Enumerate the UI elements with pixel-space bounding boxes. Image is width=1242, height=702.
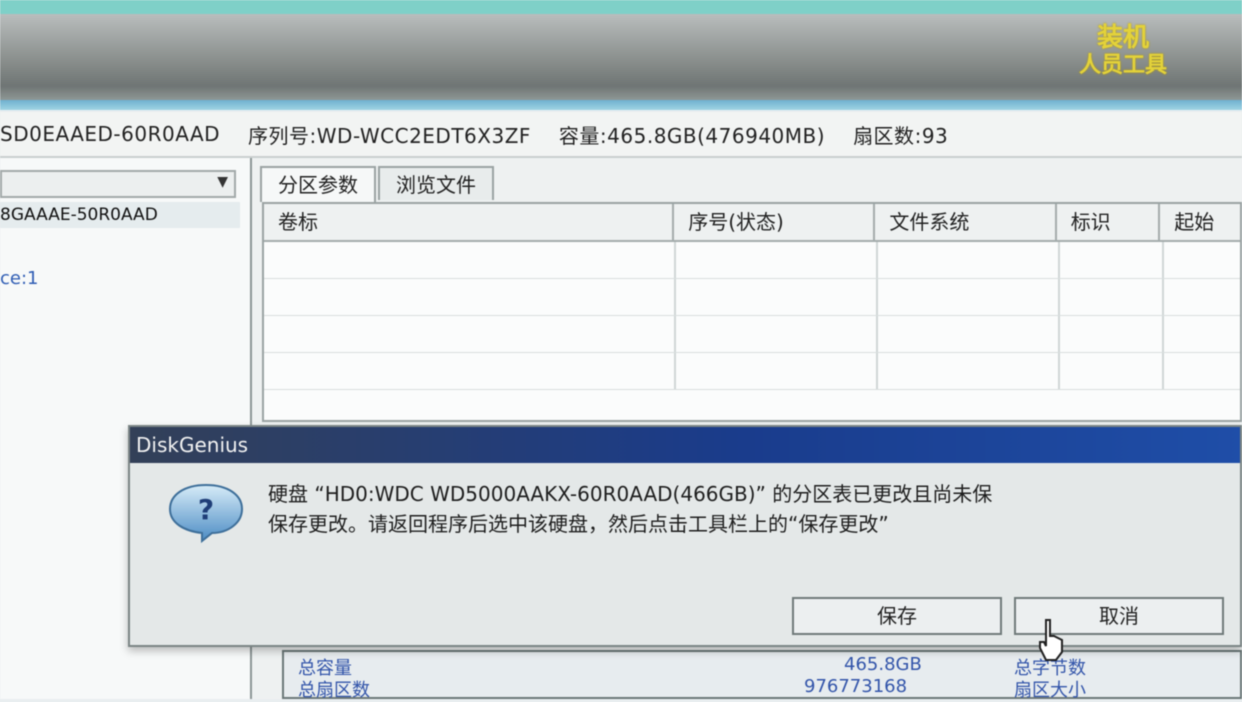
dialog-message: 硬盘 “HD0:WDC WD5000AAKX-60R0AAD(466GB)” 的… [268, 479, 1242, 539]
capacity-label: 容量 [558, 123, 600, 148]
table-row[interactable] [264, 353, 1240, 390]
disk-tree-item[interactable]: 8GAAAE-50R0AAD [0, 202, 240, 228]
save-changes-dialog: DiskGenius ? 硬盘 “HD0:WDC WD5000AAKX-60R0… [128, 425, 1242, 647]
table-header: 卷标 序号(状态) 文件系统 标识 起始 [264, 204, 1240, 242]
watermark-logo: 装机 人员工具 [1048, 24, 1198, 84]
serial-value: WD-WCC2EDT6X3ZF [316, 123, 531, 148]
table-row[interactable] [264, 279, 1240, 316]
disk-model: SD0EAAED-60R0AAD [0, 122, 221, 146]
sector-label: 扇区数 [853, 123, 915, 148]
serial-label: 序列号 [248, 123, 310, 148]
table-row[interactable] [264, 242, 1240, 279]
serial: 序列号:WD-WCC2EDT6X3ZF [248, 123, 531, 148]
capacity-value: 465.8GB(476940MB) [607, 123, 826, 148]
total-capacity-value: 465.8GB [844, 654, 922, 675]
dialog-message-line2: 保存更改。请返回程序后选中该硬盘，然后点击工具栏上的“保存更改” [268, 512, 889, 536]
tab-browse-files[interactable]: 浏览文件 [378, 166, 494, 200]
sector-size-label: 扇区大小 [1014, 680, 1086, 701]
disk-selector[interactable]: ▼ [0, 170, 236, 198]
sector-value: 93 [921, 123, 949, 148]
total-sectors-label: 总扇区数 [298, 680, 370, 701]
col-filesystem[interactable]: 文件系统 [875, 204, 1057, 240]
tab-bar: 分区参数 浏览文件 [260, 166, 494, 202]
save-button[interactable]: 保存 [792, 597, 1002, 635]
col-start[interactable]: 起始 [1160, 204, 1240, 240]
col-index-status[interactable]: 序号(状态) [674, 204, 876, 240]
logo-line1: 装机 [1096, 23, 1149, 53]
svg-text:?: ? [198, 493, 214, 526]
table-row[interactable] [264, 316, 1240, 353]
col-volume-label[interactable]: 卷标 [264, 204, 675, 240]
tab-partition-params[interactable]: 分区参数 [260, 166, 376, 202]
partition-tree-item[interactable]: ce:1 [0, 268, 39, 289]
logo-line2: 人员工具 [1078, 53, 1167, 78]
total-sectors-value: 976773168 [804, 676, 908, 697]
disk-summary-panel: 总容量 总扇区数 465.8GB 976773168 总字节数 扇区大小 [282, 650, 1242, 701]
monitor-top-strip [0, 0, 1242, 14]
dialog-title: DiskGenius [130, 427, 1240, 463]
hand-cursor-icon [1039, 619, 1063, 661]
capacity: 容量:465.8GB(476940MB) [558, 123, 826, 148]
question-icon: ? [168, 483, 244, 543]
dialog-message-line1: 硬盘 “HD0:WDC WD5000AAKX-60R0AAD(466GB)” 的… [268, 482, 993, 506]
titlebar-edge [0, 100, 1242, 110]
disk-info-bar: SD0EAAED-60R0AAD 序列号:WD-WCC2EDT6X3ZF 容量:… [0, 112, 1242, 158]
col-id[interactable]: 标识 [1057, 204, 1161, 240]
chevron-down-icon[interactable]: ▼ [217, 174, 228, 190]
sectors: 扇区数:93 [853, 123, 949, 148]
partition-table: 卷标 序号(状态) 文件系统 标识 起始 [262, 202, 1242, 422]
